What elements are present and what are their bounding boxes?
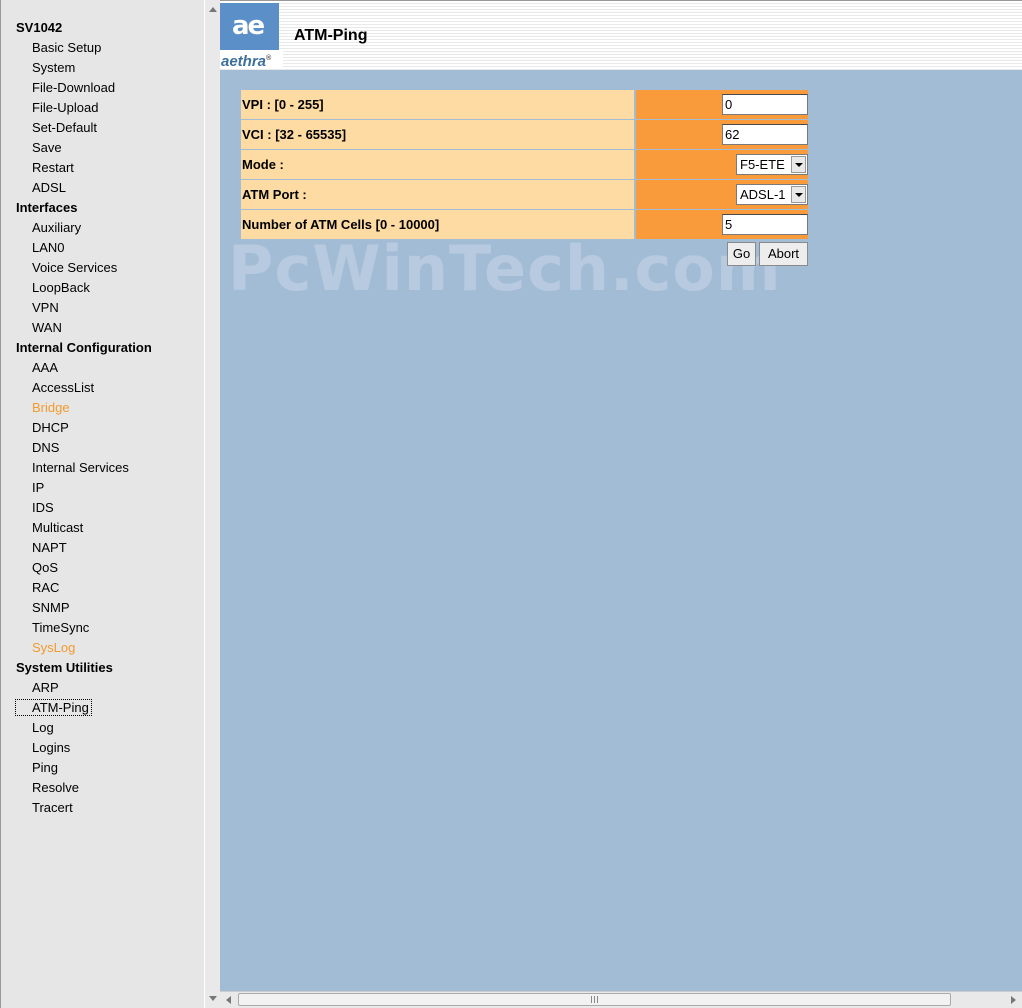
atm-cells-label: Number of ATM Cells [0 - 10000] bbox=[241, 210, 634, 239]
nav-item-snmp[interactable]: SNMP bbox=[32, 600, 70, 615]
nav-item-aaa[interactable]: AAA bbox=[32, 360, 58, 375]
nav-section-interfaces: Interfaces bbox=[16, 200, 78, 215]
aethra-logo-mark: ae bbox=[220, 3, 279, 50]
header-bar: ae aethra® ATM-Ping bbox=[220, 0, 1022, 70]
nav-item-bridge[interactable]: Bridge bbox=[32, 400, 70, 415]
nav-item-file-download[interactable]: File-Download bbox=[32, 80, 115, 95]
scroll-up-arrow-icon[interactable] bbox=[209, 7, 217, 12]
atm-cells-input[interactable] bbox=[722, 214, 808, 235]
abort-button[interactable]: Abort bbox=[759, 242, 808, 266]
nav-item-set-default[interactable]: Set-Default bbox=[32, 120, 97, 135]
nav-item-logins[interactable]: Logins bbox=[32, 740, 70, 755]
nav-item-timesync[interactable]: TimeSync bbox=[32, 620, 89, 635]
nav-item-file-upload[interactable]: File-Upload bbox=[32, 100, 98, 115]
vci-label: VCI : [32 - 65535] bbox=[241, 120, 634, 149]
nav-item-loopback[interactable]: LoopBack bbox=[32, 280, 90, 295]
scrollbar-thumb[interactable] bbox=[238, 993, 951, 1006]
chevron-down-icon[interactable] bbox=[791, 156, 806, 173]
go-button[interactable]: Go bbox=[727, 242, 756, 266]
nav-item-adsl[interactable]: ADSL bbox=[32, 180, 66, 195]
nav-scrollbar[interactable] bbox=[204, 0, 220, 1008]
atm-port-select-value: ADSL-1 bbox=[740, 187, 786, 202]
scroll-right-arrow-icon[interactable] bbox=[1011, 996, 1016, 1004]
nav-section-system-utilities: System Utilities bbox=[16, 660, 113, 675]
vci-value-cell bbox=[636, 120, 808, 149]
nav-section-device: SV1042 bbox=[16, 20, 63, 35]
vpi-value-cell bbox=[636, 90, 808, 119]
nav-item-log[interactable]: Log bbox=[32, 720, 54, 735]
sidebar-nav: SV1042 Basic Setup System File-Download … bbox=[0, 0, 204, 1008]
atm-port-row: ATM Port : ADSL-1 bbox=[241, 180, 808, 209]
nav-item-tracert[interactable]: Tracert bbox=[32, 800, 73, 815]
nav-item-arp[interactable]: ARP bbox=[32, 680, 59, 695]
logo-registered-mark: ® bbox=[266, 55, 272, 62]
nav-item-ids[interactable]: IDS bbox=[32, 500, 54, 515]
nav-item-rac[interactable]: RAC bbox=[32, 580, 59, 595]
nav-item-atm-ping[interactable]: ATM-Ping bbox=[15, 699, 92, 716]
nav-item-ping[interactable]: Ping bbox=[32, 760, 58, 775]
scroll-left-arrow-icon[interactable] bbox=[226, 996, 231, 1004]
nav-item-internal-services[interactable]: Internal Services bbox=[32, 460, 129, 475]
nav-item-auxiliary[interactable]: Auxiliary bbox=[32, 220, 81, 235]
page-title: ATM-Ping bbox=[294, 27, 368, 44]
mode-select[interactable]: F5-ETE bbox=[736, 154, 808, 175]
nav-item-voice-services[interactable]: Voice Services bbox=[32, 260, 117, 275]
atm-cells-row: Number of ATM Cells [0 - 10000] bbox=[241, 210, 808, 239]
nav-item-syslog[interactable]: SysLog bbox=[32, 640, 75, 655]
vpi-row: VPI : [0 - 255] bbox=[241, 90, 808, 119]
vpi-label: VPI : [0 - 255] bbox=[241, 90, 634, 119]
chevron-down-icon[interactable] bbox=[791, 186, 806, 203]
vci-input[interactable] bbox=[722, 124, 808, 145]
nav-item-system[interactable]: System bbox=[32, 60, 75, 75]
vpi-input[interactable] bbox=[722, 94, 808, 115]
mode-value-cell: F5-ETE bbox=[636, 150, 808, 179]
atm-cells-value-cell bbox=[636, 210, 808, 239]
vci-row: VCI : [32 - 65535] bbox=[241, 120, 808, 149]
nav-item-dns[interactable]: DNS bbox=[32, 440, 59, 455]
nav-item-basic-setup[interactable]: Basic Setup bbox=[32, 40, 101, 55]
nav-section-internal-configuration: Internal Configuration bbox=[16, 340, 152, 355]
mode-select-value: F5-ETE bbox=[740, 157, 785, 172]
nav-item-multicast[interactable]: Multicast bbox=[32, 520, 83, 535]
nav-item-ip[interactable]: IP bbox=[32, 480, 44, 495]
atm-port-select[interactable]: ADSL-1 bbox=[736, 184, 808, 205]
nav-item-accesslist[interactable]: AccessList bbox=[32, 380, 94, 395]
horizontal-scrollbar[interactable] bbox=[220, 991, 1022, 1008]
aethra-logo-wordmark: aethra® bbox=[220, 50, 283, 70]
mode-label: Mode : bbox=[241, 150, 634, 179]
nav-item-resolve[interactable]: Resolve bbox=[32, 780, 79, 795]
logo-mark-text: ae bbox=[232, 11, 265, 41]
nav-item-napt[interactable]: NAPT bbox=[32, 540, 67, 555]
nav-item-qos[interactable]: QoS bbox=[32, 560, 58, 575]
logo-word-text: aethra bbox=[221, 53, 267, 70]
nav-item-wan[interactable]: WAN bbox=[32, 320, 62, 335]
atm-port-label: ATM Port : bbox=[241, 180, 634, 209]
scroll-down-arrow-icon[interactable] bbox=[209, 996, 217, 1001]
nav-item-save[interactable]: Save bbox=[32, 140, 62, 155]
nav-item-vpn[interactable]: VPN bbox=[32, 300, 59, 315]
nav-item-dhcp[interactable]: DHCP bbox=[32, 420, 69, 435]
watermark: PcWinTech.com bbox=[228, 232, 782, 305]
scrollbar-grip-icon bbox=[591, 996, 599, 1003]
nav-item-restart[interactable]: Restart bbox=[32, 160, 74, 175]
mode-row: Mode : F5-ETE bbox=[241, 150, 808, 179]
nav-item-lan0[interactable]: LAN0 bbox=[32, 240, 65, 255]
atm-port-value-cell: ADSL-1 bbox=[636, 180, 808, 209]
